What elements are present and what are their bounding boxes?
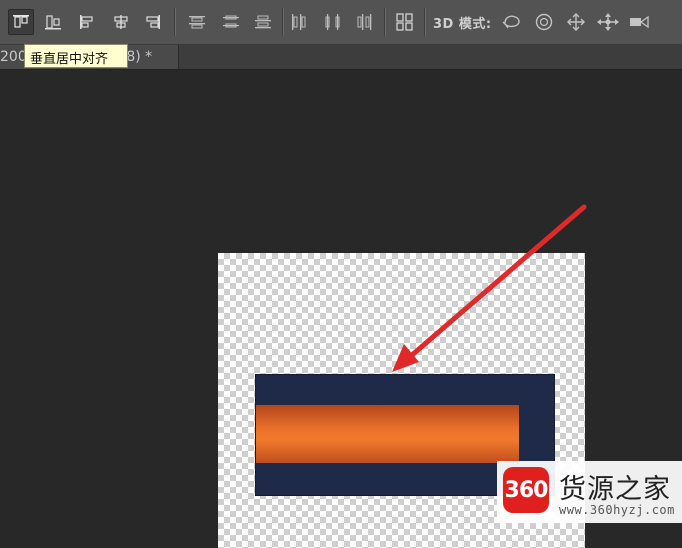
3d-mode-label: 3D 模式: <box>433 17 492 32</box>
align-top-edges-button[interactable] <box>8 9 34 35</box>
align-left-edges-button[interactable] <box>108 9 134 35</box>
auto-align-layers-button[interactable] <box>392 9 418 35</box>
distribute-right-edges-button[interactable] <box>352 9 378 35</box>
distribute-top-edges-button[interactable] <box>184 9 210 35</box>
distribute-right-edges-icon <box>357 14 372 30</box>
distribute-left-edges-button[interactable] <box>286 9 312 35</box>
slide-3d-icon <box>597 13 619 31</box>
watermark: 360 货源之家 www.360hyzj.com <box>497 461 682 523</box>
scale-3d-button[interactable] <box>627 9 653 35</box>
watermark-url: www.360hyzj.com <box>559 503 675 517</box>
separator <box>384 8 386 36</box>
rotate-3d-button[interactable] <box>499 9 525 35</box>
align-left-edges-icon <box>114 15 128 29</box>
separator <box>282 8 284 36</box>
align-horizontal-centers-icon <box>146 15 160 29</box>
distribute-bottom-edges-button[interactable] <box>250 9 276 35</box>
distribute-bottom-edges-icon <box>255 15 271 29</box>
distribute-top-edges-icon <box>189 16 205 29</box>
distribute-horizontal-centers-button[interactable] <box>320 9 346 35</box>
watermark-name: 货源之家 <box>559 474 671 505</box>
align-bottom-edges-button[interactable] <box>74 9 100 35</box>
align-vertical-centers-button[interactable] <box>40 9 66 35</box>
rotate-3d-icon <box>502 15 520 29</box>
align-vertical-centers-icon <box>45 15 61 30</box>
slide-3d-button[interactable] <box>595 9 621 35</box>
drag-3d-button[interactable] <box>563 9 589 35</box>
roll-3d-icon <box>535 13 553 31</box>
align-bottom-edges-icon <box>80 15 93 29</box>
align-horizontal-centers-button[interactable] <box>140 9 166 35</box>
distribute-left-edges-icon <box>292 14 306 30</box>
drag-3d-icon <box>567 13 585 31</box>
align-top-edges-icon <box>13 15 29 28</box>
auto-align-layers-icon <box>396 13 413 31</box>
distribute-horizontal-centers-icon <box>325 14 340 30</box>
watermark-logo-badge: 360 <box>503 467 549 513</box>
tooltip: 垂直居中对齐 <box>24 44 128 68</box>
roll-3d-button[interactable] <box>531 9 557 35</box>
scale-3d-icon <box>630 15 649 29</box>
document-tab-title-prefix: 200 <box>0 49 27 65</box>
options-bar: 3D 模式: <box>0 0 682 45</box>
separator <box>174 8 176 36</box>
distribute-vertical-centers-icon <box>223 15 239 28</box>
separator <box>424 8 426 36</box>
distribute-vertical-centers-button[interactable] <box>218 9 244 35</box>
